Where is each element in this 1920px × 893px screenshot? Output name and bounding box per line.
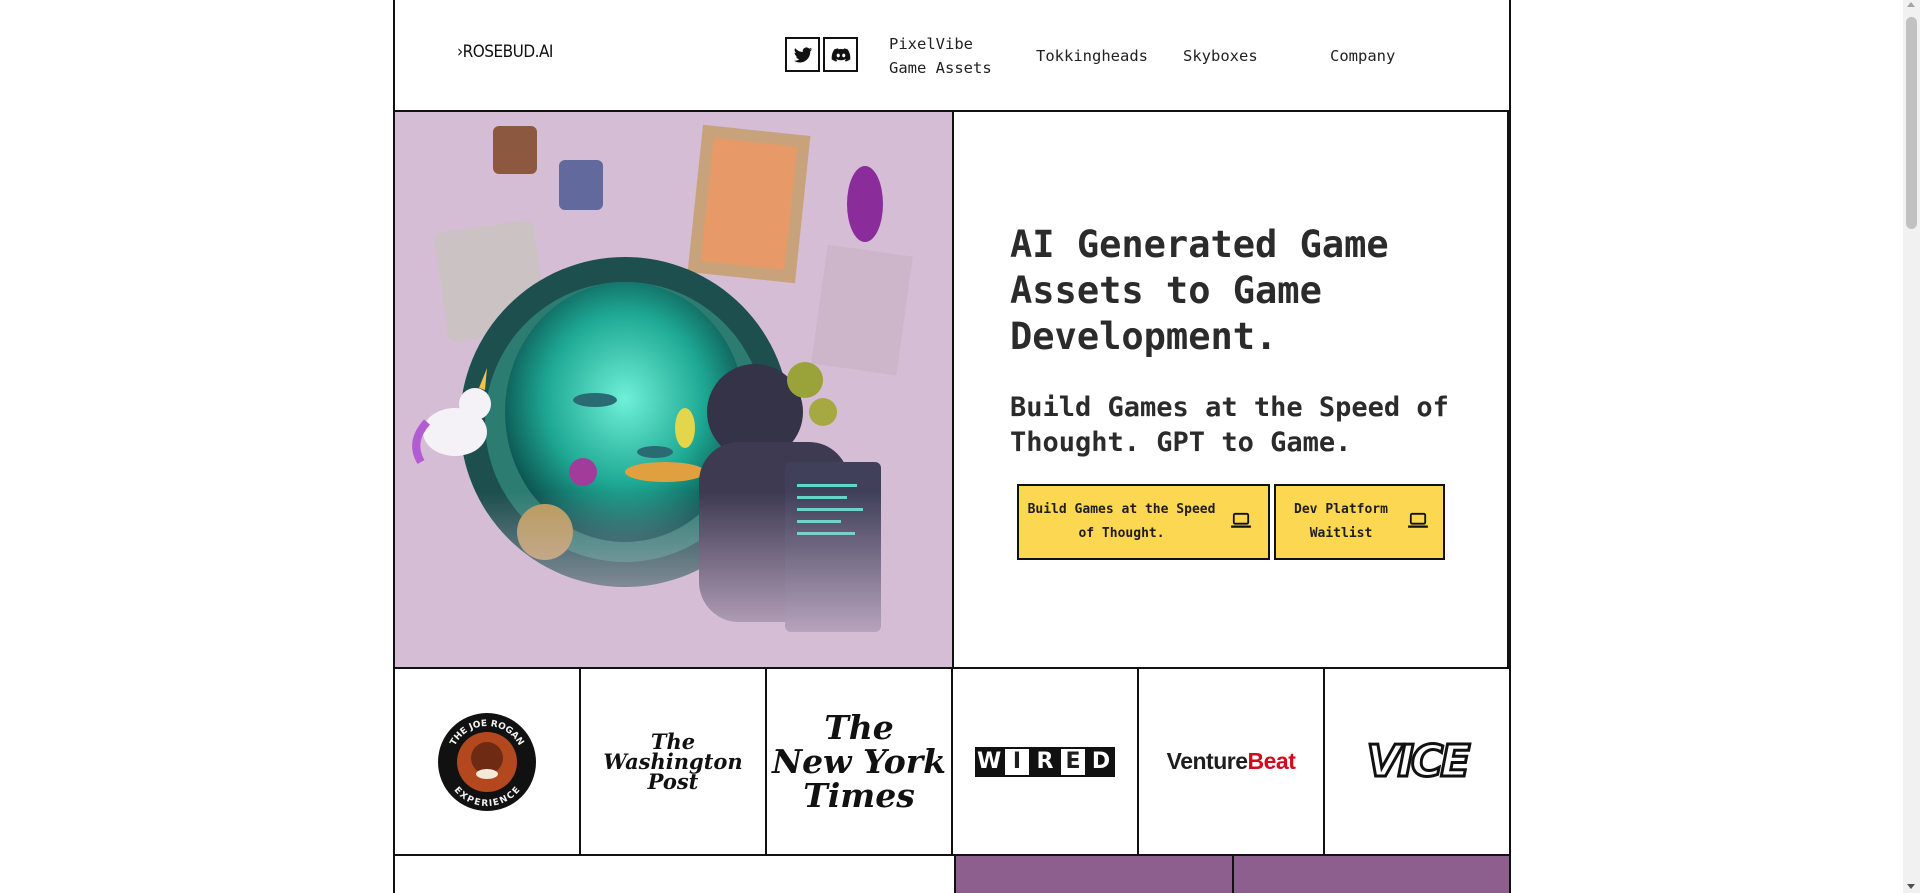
twitter-icon xyxy=(793,46,812,62)
mermaid-sprite xyxy=(847,166,883,242)
unicorn-tail xyxy=(412,419,431,465)
venturebeat-part1: Venture xyxy=(1166,748,1248,774)
hero-title: AI Generated Game Assets to Game Develop… xyxy=(1010,223,1389,358)
wired-letter: R xyxy=(1031,746,1059,777)
nav-pixelvibe[interactable]: PixelVibe Game Assets xyxy=(889,32,992,80)
dev-platform-waitlist-button[interactable]: Dev Platform Waitlist xyxy=(1274,484,1445,560)
fish xyxy=(637,446,673,458)
nyt-line2: New York xyxy=(771,741,946,781)
coral xyxy=(569,458,597,486)
page-frame: ›ROSEBUD.AI PixelVibe Game Assets Tokkin… xyxy=(393,0,1511,893)
laptop-icon xyxy=(1231,512,1251,528)
press-joe-rogan[interactable]: THE JOE ROGAN EXPERIENCE xyxy=(395,669,581,854)
joe-rogan-logo: THE JOE ROGAN EXPERIENCE xyxy=(438,712,536,811)
nav-pixelvibe-line2: Game Assets xyxy=(889,59,992,77)
portrait-figure xyxy=(700,137,798,271)
dev-platform-label: Dev Platform Waitlist xyxy=(1276,498,1406,546)
cube-brown xyxy=(493,126,537,174)
nyt-logo: The New York Times xyxy=(771,707,946,815)
wapo-line3: Post xyxy=(647,768,699,794)
rosebud-logo[interactable]: ›ROSEBUD.AI xyxy=(457,42,553,62)
laptop-icon xyxy=(1408,512,1428,528)
dev-platform-label-line1: Dev Platform xyxy=(1294,502,1388,517)
nav-pixelvibe-line1: PixelVibe xyxy=(889,35,973,53)
site-header: ›ROSEBUD.AI PixelVibe Game Assets Tokkin… xyxy=(395,0,1509,112)
scrollbar-thumb[interactable] xyxy=(1906,17,1917,229)
wired-letter: W xyxy=(975,746,1003,777)
next-section-block xyxy=(954,856,1232,893)
faded-painting xyxy=(811,244,913,376)
hero-illustration xyxy=(395,112,954,669)
cube-blue xyxy=(559,160,603,210)
build-games-label-line2: of Thought. xyxy=(1078,526,1165,541)
build-games-label-line1: Build Games at the Speed xyxy=(1027,502,1216,517)
page-scrollbar[interactable] xyxy=(1903,0,1920,893)
twitter-button[interactable] xyxy=(785,37,820,72)
venturebeat-logo: VentureBeat xyxy=(1167,748,1296,775)
unicorn-head xyxy=(459,388,491,420)
wired-letter: E xyxy=(1059,746,1087,777)
plant xyxy=(809,398,837,426)
wired-letter: D xyxy=(1087,746,1115,777)
press-logos: THE JOE ROGAN EXPERIENCE The Washington … xyxy=(395,667,1509,856)
nav-company[interactable]: Company xyxy=(1330,44,1395,68)
plant xyxy=(787,362,823,398)
nyt-line1: The xyxy=(824,707,894,747)
wired-logo: W I R E D xyxy=(975,746,1115,777)
headphone xyxy=(675,408,695,448)
nyt-line3: Times xyxy=(803,775,915,815)
next-section-block xyxy=(1232,856,1509,893)
press-wired[interactable]: W I R E D xyxy=(953,669,1139,854)
discord-icon xyxy=(831,47,850,62)
scroll-down-arrow-icon[interactable] xyxy=(1907,884,1915,889)
nav-skyboxes[interactable]: Skyboxes xyxy=(1183,44,1258,68)
wired-letter: I xyxy=(1003,746,1031,777)
scroll-up-arrow-icon[interactable] xyxy=(1907,2,1915,7)
fish xyxy=(573,393,617,407)
dev-platform-label-line2: Waitlist xyxy=(1309,526,1373,541)
press-washington-post[interactable]: The Washington Post xyxy=(581,669,767,854)
build-games-label: Build Games at the Speed of Thought. xyxy=(1019,498,1224,546)
discord-button[interactable] xyxy=(823,37,858,72)
build-games-button[interactable]: Build Games at the Speed of Thought. xyxy=(1017,484,1270,560)
press-new-york-times[interactable]: The New York Times xyxy=(767,669,953,854)
hero-text-panel: AI Generated Game Assets to Game Develop… xyxy=(954,112,1509,669)
fish-orange xyxy=(625,462,705,482)
press-venturebeat[interactable]: VentureBeat xyxy=(1139,669,1325,854)
washington-post-logo: The Washington Post xyxy=(603,731,742,794)
vice-logo: VICE xyxy=(1365,735,1472,789)
hero-subtitle: Build Games at the Speed of Thought. GPT… xyxy=(1010,392,1449,458)
image-fade xyxy=(395,492,952,669)
press-vice[interactable]: VICE xyxy=(1325,669,1509,854)
hero-artwork xyxy=(395,124,952,669)
venturebeat-part2: Beat xyxy=(1247,748,1296,774)
nav-tokkingheads[interactable]: Tokkingheads xyxy=(1036,44,1148,68)
